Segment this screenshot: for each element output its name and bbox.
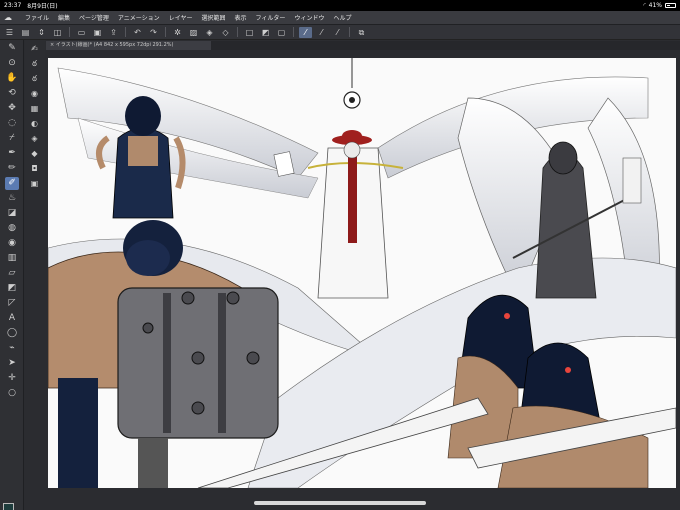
menu-window[interactable]: ウィンドウ <box>294 13 324 22</box>
transform-icon[interactable]: ◇ <box>219 27 232 38</box>
deselect-icon[interactable]: ▢ <box>275 27 288 38</box>
menu-help[interactable]: ヘルプ <box>333 13 351 22</box>
app-window: 23:37 8月9日(日) ◜ 41% ☁ ファイル 編集 ページ管理 アニメー… <box>0 0 680 510</box>
subtool-brush-g-icon[interactable]: ◆ <box>28 148 41 160</box>
circle-icon[interactable]: ○ <box>5 387 19 400</box>
subtool-brush-e-icon[interactable]: ◐ <box>28 118 41 130</box>
eyedropper-icon[interactable]: ⌿ <box>5 132 19 145</box>
wifi-icon: ◜ <box>643 2 646 9</box>
balloon-icon[interactable]: ◯ <box>5 327 19 340</box>
menu-filter[interactable]: フィルター <box>256 13 286 22</box>
menu-selection[interactable]: 選択範囲 <box>202 13 226 22</box>
undo-icon[interactable]: ↶ <box>131 27 144 38</box>
command-bar: ☰ ▤ ⇕ ◫ ▭ ▣ ⇪ ↶ ↷ ✲ ▨ ◈ ◇ □ ◩ ▢ ⁄ ⁄ ⁄ ⧉ <box>0 25 680 40</box>
artwork-illustration <box>48 58 676 488</box>
subtool-brush-c-icon[interactable]: ◉ <box>28 88 41 100</box>
menu-layer[interactable]: レイヤー <box>169 13 193 22</box>
text-icon[interactable]: A <box>5 312 19 325</box>
stabilizer-low-icon[interactable]: ⁄ <box>299 26 312 38</box>
new-icon[interactable]: ◫ <box>51 27 64 38</box>
canvas-workarea <box>46 50 680 510</box>
correction-icon[interactable]: ⌁ <box>5 342 19 355</box>
zoom-icon[interactable]: ⊙ <box>5 57 19 70</box>
undo-history-icon[interactable]: ⇕ <box>35 27 48 38</box>
stabilizer-mid-icon[interactable]: ⁄ <box>315 27 328 38</box>
canvas-tab-title: イラスト(線画)* (A4 842 x 595px 72dpi 291.2%) <box>55 42 174 48</box>
open-icon[interactable]: ▭ <box>75 27 88 38</box>
eraser-icon[interactable]: ◪ <box>5 207 19 220</box>
separator <box>237 27 238 37</box>
menu-bar: ☁ ファイル 編集 ページ管理 アニメーション レイヤー 選択範囲 表示 フィル… <box>0 11 680 25</box>
ruler-icon[interactable]: ◸ <box>5 297 19 310</box>
separator <box>69 27 70 37</box>
menu-animation[interactable]: アニメーション <box>118 13 160 22</box>
separator <box>293 27 294 37</box>
status-time: 23:37 <box>4 2 22 9</box>
subtool-brush-a-icon[interactable]: ఠ <box>28 58 41 70</box>
subtool-brush-h-icon[interactable]: ◘ <box>28 163 41 175</box>
select-icon[interactable]: □ <box>243 27 256 38</box>
subtool-brush-f-icon[interactable]: ◈ <box>28 133 41 145</box>
sub-tool-palette: ✍ ఠ ఠ ◉ ▦ ◐ ◈ ◆ ◘ ▣ <box>25 40 45 200</box>
invert-selection-icon[interactable]: ◩ <box>259 27 272 38</box>
status-date: 8月9日(日) <box>27 3 58 10</box>
lasso-icon[interactable]: ◌ <box>5 117 19 130</box>
gradient-icon[interactable]: ▥ <box>5 252 19 265</box>
blend-icon[interactable]: ◍ <box>5 222 19 235</box>
pen-icon[interactable]: ✒ <box>5 147 19 160</box>
menu-file[interactable]: ファイル <box>25 13 49 22</box>
hand-icon[interactable]: ✋ <box>5 72 19 85</box>
tool-option-icon[interactable]: ✎ <box>5 42 19 55</box>
menu-icon[interactable]: ☰ <box>3 27 16 38</box>
menu-page[interactable]: ページ管理 <box>79 13 109 22</box>
separator <box>165 27 166 37</box>
app-logo-icon[interactable]: ☁ <box>4 13 16 23</box>
rotate-icon[interactable]: ⟲ <box>5 87 19 100</box>
save-icon[interactable]: ▤ <box>19 27 32 38</box>
subtool-brush-d-icon[interactable]: ▦ <box>28 103 41 115</box>
drawing-canvas[interactable] <box>48 58 676 488</box>
home-indicator[interactable] <box>254 501 426 505</box>
copy-icon[interactable]: ⧉ <box>355 27 368 38</box>
move-icon[interactable]: ✥ <box>5 102 19 115</box>
operation-icon[interactable]: ➤ <box>5 357 19 370</box>
settings-icon[interactable]: ✲ <box>171 27 184 38</box>
main-color-swatch[interactable] <box>3 503 14 510</box>
battery-icon <box>665 3 676 8</box>
fill-icon[interactable]: ◈ <box>203 27 216 38</box>
stabilizer-high-icon[interactable]: ⁄ <box>331 27 344 38</box>
subtool-brush-b-icon[interactable]: ఠ <box>28 73 41 85</box>
move-layer-icon[interactable]: ✛ <box>5 372 19 385</box>
subtool-pen-icon[interactable]: ✍ <box>28 43 41 55</box>
separator <box>349 27 350 37</box>
airbrush-icon[interactable]: ♨ <box>5 192 19 205</box>
menu-view[interactable]: 表示 <box>235 13 247 22</box>
frame-icon[interactable]: ◩ <box>5 282 19 295</box>
clear-icon[interactable]: ▨ <box>187 27 200 38</box>
pencil-icon[interactable]: ✏ <box>5 162 19 175</box>
fill-bucket-icon[interactable]: ◉ <box>5 237 19 250</box>
status-bar: 23:37 8月9日(日) ◜ 41% <box>0 0 680 11</box>
canvas-tab-bar: × イラスト(線画)* (A4 842 x 595px 72dpi 291.2%… <box>46 41 680 50</box>
tool-palette: ✎ ⊙ ✋ ⟲ ✥ ◌ ⌿ ✒ ✏ ✐ ♨ ◪ ◍ ◉ ▥ ▱ ◩ ◸ A ◯ … <box>0 40 24 510</box>
menu-edit[interactable]: 編集 <box>58 13 70 22</box>
figure-icon[interactable]: ▱ <box>5 267 19 280</box>
battery-percent: 41% <box>648 2 662 9</box>
export-icon[interactable]: ▣ <box>91 27 104 38</box>
brush-icon[interactable]: ✐ <box>5 177 19 190</box>
share-icon[interactable]: ⇪ <box>107 27 120 38</box>
subtool-camera-icon[interactable]: ▣ <box>28 178 41 190</box>
redo-icon[interactable]: ↷ <box>147 27 160 38</box>
canvas-tab[interactable]: × イラスト(線画)* (A4 842 x 595px 72dpi 291.2%… <box>46 41 211 50</box>
separator <box>125 27 126 37</box>
